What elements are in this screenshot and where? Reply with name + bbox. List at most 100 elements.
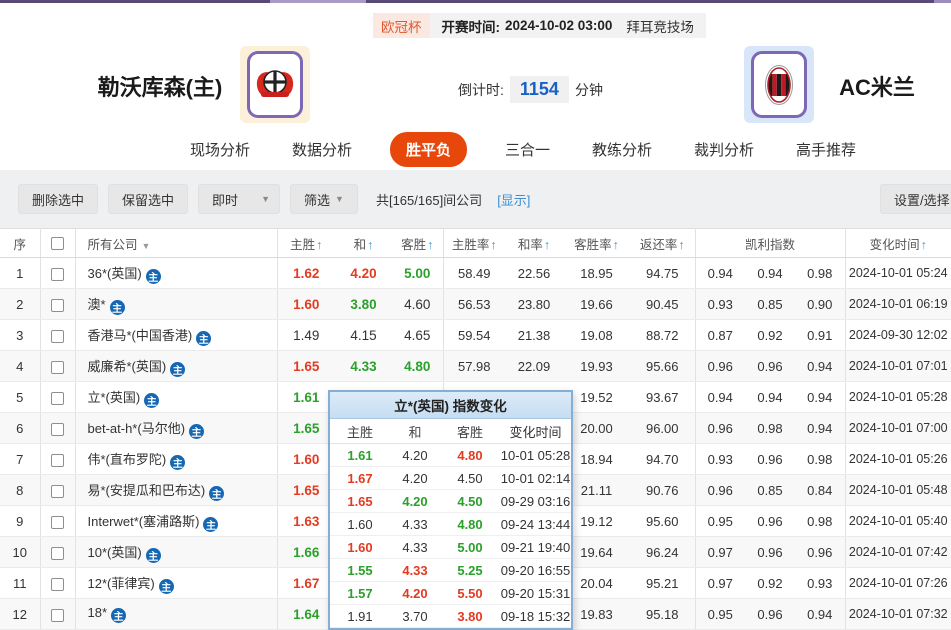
- company-name[interactable]: Interwet*(塞浦路斯): [88, 514, 200, 529]
- row-checkbox[interactable]: [51, 267, 64, 281]
- company-name[interactable]: 香港马*(中国香港): [88, 328, 193, 343]
- nav-tab[interactable]: 三合一: [501, 132, 554, 167]
- header-change-time[interactable]: 变化时间↑: [845, 228, 951, 258]
- row-checkbox[interactable]: [51, 484, 64, 498]
- company-name[interactable]: 立*(英国): [88, 390, 141, 405]
- draw-odds[interactable]: 3.80: [335, 288, 392, 320]
- show-link[interactable]: [显示]: [497, 190, 530, 209]
- header-home-rate[interactable]: 主胜率↑: [443, 228, 505, 258]
- company-name[interactable]: 澳*: [88, 297, 106, 312]
- company-name[interactable]: 18*: [88, 605, 108, 620]
- nav-tab[interactable]: 高手推荐: [792, 132, 860, 167]
- row-index: 1: [0, 257, 41, 289]
- home-odds[interactable]: 1.65: [277, 412, 335, 444]
- home-odds[interactable]: 1.61: [277, 381, 335, 413]
- company-name[interactable]: 伟*(直布罗陀): [88, 452, 167, 467]
- home-odds[interactable]: 1.65: [277, 474, 335, 506]
- draw-odds[interactable]: 4.33: [335, 350, 392, 382]
- header-return-rate[interactable]: 返还率↑: [630, 228, 696, 258]
- row-checkbox[interactable]: [51, 515, 64, 529]
- home-team-logo-box: [240, 46, 310, 123]
- change-time: 2024-10-01 05:40: [845, 505, 951, 537]
- nav-tab[interactable]: 胜平负: [389, 131, 467, 167]
- header-company[interactable]: 所有公司 ▼: [75, 228, 278, 258]
- row-checkbox[interactable]: [51, 391, 64, 405]
- delete-selected-button[interactable]: 删除选中: [18, 184, 99, 214]
- company-name[interactable]: 威廉希*(英国): [88, 359, 167, 374]
- draw-odds[interactable]: 4.20: [335, 257, 392, 289]
- live-dropdown[interactable]: 即时 ▼: [198, 184, 281, 214]
- popup-away-odds: 4.80: [457, 447, 483, 463]
- row-checkbox[interactable]: [51, 546, 64, 560]
- away-odds[interactable]: 5.00: [392, 257, 444, 289]
- home-odds[interactable]: 1.62: [277, 257, 335, 289]
- row-index: 3: [0, 319, 41, 351]
- home-odds[interactable]: 1.63: [277, 505, 335, 537]
- home-circle-icon[interactable]: 主: [145, 547, 161, 563]
- home-circle-icon[interactable]: 主: [170, 454, 186, 470]
- nav-tab[interactable]: 裁判分析: [690, 132, 758, 167]
- home-circle-icon[interactable]: 主: [203, 516, 219, 532]
- header-kelly: 凯利指数: [695, 228, 846, 258]
- header-away-rate[interactable]: 客胜率↑: [563, 228, 630, 258]
- kelly-draw: 0.96: [745, 505, 795, 537]
- row-checkbox[interactable]: [51, 577, 64, 591]
- company-name[interactable]: 36*(英国): [88, 266, 142, 281]
- filter-dropdown[interactable]: 筛选 ▼: [290, 184, 358, 214]
- home-circle-icon[interactable]: 主: [145, 268, 161, 284]
- home-odds[interactable]: 1.64: [277, 598, 335, 630]
- sort-asc-icon: ↑: [316, 237, 323, 252]
- nav-tab[interactable]: 现场分析: [186, 132, 254, 167]
- row-checkbox[interactable]: [51, 453, 64, 467]
- draw-odds[interactable]: 4.15: [335, 319, 392, 351]
- analysis-tab-bar: 现场分析 数据分析 胜平负 三合一 教练分析 裁判分析 高手推荐: [0, 128, 951, 170]
- header-away-odds[interactable]: 客胜↑: [392, 228, 444, 258]
- row-checkbox[interactable]: [51, 422, 64, 436]
- home-odds[interactable]: 1.49: [277, 319, 335, 351]
- company-cell: 18* 主: [75, 598, 278, 630]
- nav-tab[interactable]: 数据分析: [288, 132, 356, 167]
- home-circle-icon[interactable]: 主: [196, 330, 212, 346]
- company-name[interactable]: 易*(安提瓜和巴布达): [88, 483, 206, 498]
- away-odds[interactable]: 4.80: [392, 350, 444, 382]
- away-odds[interactable]: 4.60: [392, 288, 444, 320]
- company-name[interactable]: 12*(菲律宾): [88, 576, 155, 591]
- kelly-away: 0.94: [795, 412, 846, 444]
- home-odds[interactable]: 1.60: [277, 443, 335, 475]
- header-draw-odds[interactable]: 和↑: [335, 228, 392, 258]
- kelly-away: 0.90: [795, 288, 846, 320]
- home-circle-icon[interactable]: 主: [170, 361, 186, 377]
- kelly-away: 0.94: [795, 381, 846, 413]
- away-odds[interactable]: 4.65: [392, 319, 444, 351]
- header-seq: 序: [0, 228, 41, 258]
- header-home-odds[interactable]: 主胜↑: [277, 228, 335, 258]
- row-checkbox[interactable]: [51, 329, 64, 343]
- sort-asc-icon: ↑: [490, 237, 497, 252]
- home-odds[interactable]: 1.65: [277, 350, 335, 382]
- home-circle-icon[interactable]: 主: [109, 299, 125, 315]
- keep-selected-button[interactable]: 保留选中: [108, 184, 189, 214]
- home-circle-icon[interactable]: 主: [158, 578, 174, 594]
- company-name[interactable]: bet-at-h*(马尔他): [88, 421, 186, 436]
- company-name[interactable]: 10*(英国): [88, 545, 142, 560]
- settings-select-button[interactable]: 设置/选择: [880, 184, 951, 214]
- home-circle-icon[interactable]: 主: [189, 423, 205, 439]
- nav-tab[interactable]: 教练分析: [588, 132, 656, 167]
- row-checkbox[interactable]: [51, 360, 64, 374]
- home-circle-icon[interactable]: 主: [209, 485, 225, 501]
- home-circle-icon[interactable]: 主: [111, 608, 127, 623]
- popup-draw-odds: 4.20: [402, 493, 428, 509]
- sort-asc-icon: ↑: [612, 237, 619, 252]
- popup-away-odds: 5.50: [457, 585, 483, 601]
- popup-away-odds: 4.80: [457, 516, 483, 532]
- home-odds[interactable]: 1.60: [277, 288, 335, 320]
- home-circle-icon[interactable]: 主: [144, 392, 160, 408]
- header-draw-rate[interactable]: 和率↑: [505, 228, 563, 258]
- home-odds[interactable]: 1.66: [277, 536, 335, 568]
- row-checkbox[interactable]: [51, 298, 64, 312]
- select-all-checkbox[interactable]: [51, 237, 64, 251]
- row-checkbox[interactable]: [51, 608, 64, 622]
- ac-milan-crest-icon: [765, 64, 793, 105]
- change-time: 2024-09-30 12:02: [845, 319, 951, 351]
- home-odds[interactable]: 1.67: [277, 567, 335, 599]
